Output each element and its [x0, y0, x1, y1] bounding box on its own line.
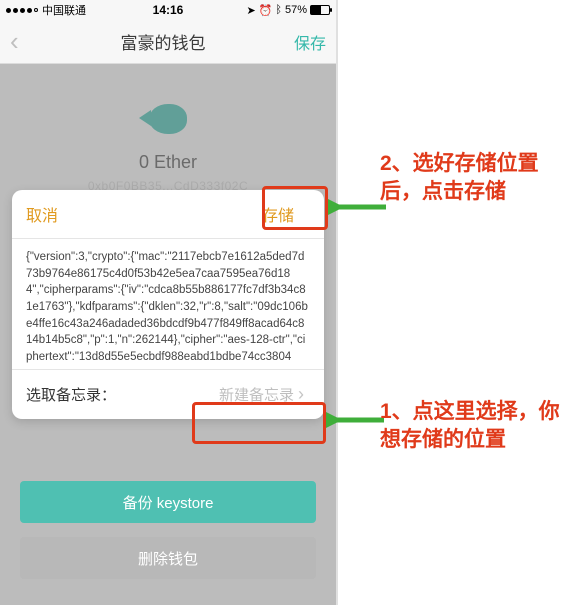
export-sheet: 取消 存储 {"version":3,"crypto":{"mac":"2117… — [12, 190, 324, 419]
battery-pct: 57% — [285, 4, 307, 16]
back-button[interactable]: ‹ — [10, 26, 40, 57]
status-right: ➤ ⏰ ᛒ 57% — [246, 4, 330, 17]
memo-label: 选取备忘录： — [26, 384, 116, 405]
page-title: 富豪的钱包 — [121, 29, 206, 54]
memo-row: 选取备忘录： 新建备忘录 › — [12, 369, 324, 419]
new-memo-button[interactable]: 新建备忘录 › — [205, 382, 310, 407]
keystore-json-text: {"version":3,"crypto":{"mac":"2117ebcb7e… — [12, 239, 324, 369]
chevron-right-icon: › — [298, 384, 304, 405]
status-left: 中国联通 — [6, 2, 86, 18]
store-button[interactable]: 存储 — [246, 200, 310, 228]
backup-keystore-button[interactable]: 备份 keystore — [20, 481, 316, 523]
annotation-1: 1、点这里选择，你想存储的位置 — [380, 398, 569, 455]
bluetooth-icon: ᛒ — [275, 4, 282, 16]
cancel-button[interactable]: 取消 — [26, 202, 58, 226]
bottom-buttons: 备份 keystore 删除钱包 — [0, 467, 336, 579]
annotation-2: 2、选好存储位置后，点击存储 — [380, 150, 569, 207]
delete-wallet-button[interactable]: 删除钱包 — [20, 537, 316, 579]
battery-icon — [310, 5, 330, 15]
phone-frame: 中国联通 14:16 ➤ ⏰ ᛒ 57% ‹ 富豪的钱包 保存 0 Ether … — [0, 0, 338, 605]
location-icon: ➤ — [246, 4, 255, 17]
sheet-header: 取消 存储 — [12, 190, 324, 239]
carrier-label: 中国联通 — [42, 2, 86, 18]
status-bar: 中国联通 14:16 ➤ ⏰ ᛒ 57% — [0, 0, 336, 20]
nav-save-button[interactable]: 保存 — [286, 30, 326, 54]
signal-dots — [6, 8, 38, 13]
nav-bar: ‹ 富豪的钱包 保存 — [0, 20, 336, 64]
alarm-icon: ⏰ — [259, 4, 273, 17]
new-memo-text: 新建备忘录 — [219, 384, 294, 405]
clock: 14:16 — [153, 3, 184, 17]
